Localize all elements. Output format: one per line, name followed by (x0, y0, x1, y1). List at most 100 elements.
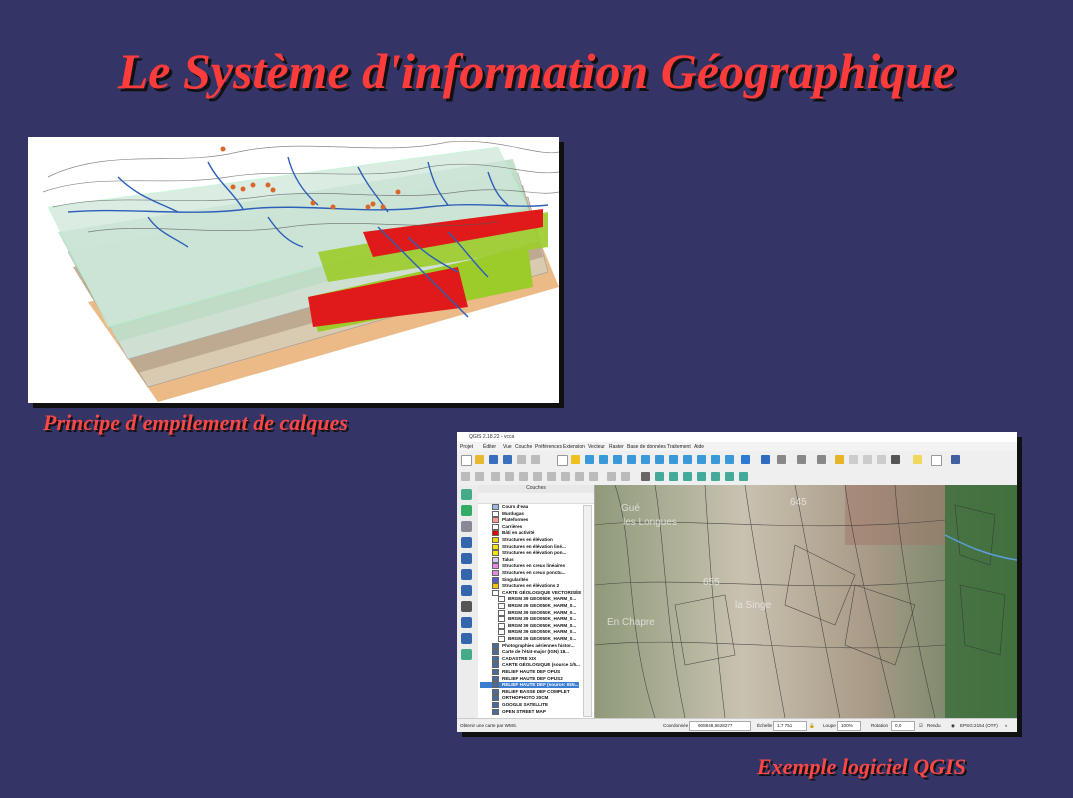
cut-icon[interactable] (561, 472, 570, 481)
menu-raster[interactable]: Raster (609, 444, 624, 450)
select-by-expression-icon[interactable] (817, 455, 826, 464)
add-feature-icon[interactable] (505, 472, 514, 481)
diagram-icon[interactable] (725, 472, 734, 481)
add-delimited-text-icon[interactable] (461, 521, 472, 532)
layer-item[interactable]: RELIEF HAUTE DEF OPUS (480, 669, 560, 675)
layout-icon[interactable] (531, 455, 540, 464)
layer-item[interactable]: BRGM 39 GEO050K_HARM_0... (480, 636, 576, 642)
layer-item[interactable]: Plateformes (480, 517, 528, 524)
layer-item[interactable]: RELIEF HAUTE DEF (source: IGN... (480, 682, 579, 689)
zoom-layer-icon[interactable] (641, 455, 650, 464)
scale-field[interactable]: 1:7 751 (773, 721, 807, 731)
new-map-view-icon[interactable] (697, 455, 706, 464)
run-action-icon[interactable] (777, 455, 786, 464)
layer-item[interactable]: BRGM 39 GEO050K_HARM_0... (480, 616, 576, 623)
delete-selected-icon[interactable] (547, 472, 556, 481)
menu-editer[interactable]: Éditer (483, 444, 496, 450)
menu-traitement[interactable]: Traitement (667, 444, 691, 450)
menu-projet[interactable]: Projet (460, 444, 473, 450)
rotation-field[interactable]: 0,0 (891, 721, 915, 731)
layer-item[interactable]: Structures en élévation liné... (480, 543, 566, 550)
text-annotation-icon[interactable] (931, 455, 942, 466)
deselect-icon[interactable] (835, 455, 844, 464)
layer-item[interactable]: BRGM 39 GEO050K_HARM_0... (480, 596, 576, 603)
label-move-icon[interactable] (683, 472, 692, 481)
menu-couche[interactable]: Couche (515, 444, 532, 450)
add-oracle-icon[interactable] (461, 585, 472, 596)
label-pin-icon[interactable] (655, 472, 664, 481)
measure-icon[interactable] (891, 455, 900, 464)
layer-item[interactable]: Structures en creux ponctu... (480, 570, 566, 576)
add-wfs-icon[interactable] (461, 633, 472, 644)
paste-icon[interactable] (589, 472, 598, 481)
save-as-icon[interactable] (503, 455, 512, 464)
move-feature-icon[interactable] (519, 472, 528, 481)
menu-vecteur[interactable]: Vecteur (588, 444, 605, 450)
layer-item[interactable]: CADASTRE XIX (480, 655, 536, 662)
bookmarks-icon[interactable] (725, 455, 734, 464)
layer-item[interactable]: BRGM 39 GEO050K_HARM_0... (480, 622, 576, 629)
layer-item[interactable]: OPEN STREET MAP (480, 708, 546, 715)
label-rotate-icon[interactable] (697, 472, 706, 481)
map-tips-icon[interactable] (913, 455, 922, 464)
zoom-next-icon[interactable] (683, 455, 692, 464)
refresh-icon[interactable] (741, 455, 750, 464)
zoom-selection-icon[interactable] (655, 455, 664, 464)
add-mssql-icon[interactable] (461, 569, 472, 580)
layer-item[interactable]: Talus (480, 556, 514, 563)
label-show-icon[interactable] (669, 472, 678, 481)
layer-item[interactable]: Photographies aériennes histor... (480, 642, 575, 649)
node-tool-icon[interactable] (533, 472, 542, 481)
layer-item[interactable]: CARTE GÉOLOGIQUE VECTORISÉE (480, 589, 581, 596)
add-postgis-icon[interactable] (461, 537, 472, 548)
render-checkbox[interactable]: ☑ (919, 723, 923, 729)
pan-icon[interactable] (557, 455, 568, 466)
layer-item[interactable]: Structures en élévation pon... (480, 550, 566, 557)
layers-scrollbar[interactable] (583, 505, 592, 717)
layer-item[interactable]: CARTE GÉOLOGIQUE (source 1/5... (480, 662, 580, 669)
add-raster-layer-icon[interactable] (461, 505, 472, 516)
layer-item[interactable]: Singularités (480, 576, 528, 583)
new-project-icon[interactable] (461, 455, 472, 466)
zoom-out-icon[interactable] (599, 455, 608, 464)
layer-item[interactable]: RELIEF HAUTE DEF OPUS2 (480, 675, 563, 682)
identify-icon[interactable] (761, 455, 770, 464)
zoom-in-icon[interactable] (585, 455, 594, 464)
lock-icon[interactable]: 🔒 (809, 723, 815, 729)
menu-aide[interactable]: Aide (694, 444, 704, 450)
open-folder-icon[interactable] (475, 455, 484, 464)
add-spatialite-icon[interactable] (461, 553, 472, 564)
layer-item[interactable]: RELIEF BASSE DEF COMPLET (480, 688, 570, 695)
zoom-native-icon[interactable] (613, 455, 622, 464)
new-shapefile-icon[interactable] (461, 649, 472, 660)
layer-item[interactable]: BRGM 39 GEO050K_HARM_0... (480, 603, 576, 609)
save-edits-icon[interactable] (491, 472, 500, 481)
bookmark-icon[interactable] (711, 455, 720, 464)
layer-item[interactable]: BRGM 39 GEO050K_HARM_0... (480, 609, 576, 616)
label-style-icon[interactable] (739, 472, 748, 481)
add-wms-icon[interactable] (461, 601, 472, 612)
layer-item[interactable]: Structures en creux linéaires (480, 563, 565, 570)
crs-label[interactable]: EPSG:2154 (OTF) (960, 723, 998, 728)
coordinate-field[interactable]: 908848,6628277 (689, 721, 751, 731)
save-icon[interactable] (489, 455, 498, 464)
zoom-full-icon[interactable] (627, 455, 636, 464)
menu-base-de-donnees[interactable]: Base de données (627, 444, 666, 450)
print-icon[interactable] (517, 455, 526, 464)
layer-item[interactable]: Structures en élévations 2 (480, 583, 559, 590)
layer-item[interactable]: Bâti en activité (480, 530, 534, 537)
layer-item[interactable]: Murdugas (480, 510, 524, 517)
layer-item[interactable]: Cours d'eau (480, 504, 528, 510)
select-features-icon[interactable] (797, 455, 806, 464)
toggle-editing-icon[interactable] (475, 472, 484, 481)
label-change-icon[interactable] (711, 472, 720, 481)
attribute-table-icon[interactable] (849, 455, 858, 464)
zoom-field[interactable]: 100% (837, 721, 861, 731)
add-vector-layer-icon[interactable] (461, 489, 472, 500)
menu-extension[interactable]: Extension (563, 444, 585, 450)
add-wcs-icon[interactable] (461, 617, 472, 628)
label-icon[interactable] (641, 472, 650, 481)
layer-item[interactable]: Carte de l'état-major (IGN) 18... (480, 649, 569, 656)
copy-icon[interactable] (575, 472, 584, 481)
map-canvas[interactable]: Gué les Longues En Chapre la Singe 655 6… (595, 485, 1017, 718)
